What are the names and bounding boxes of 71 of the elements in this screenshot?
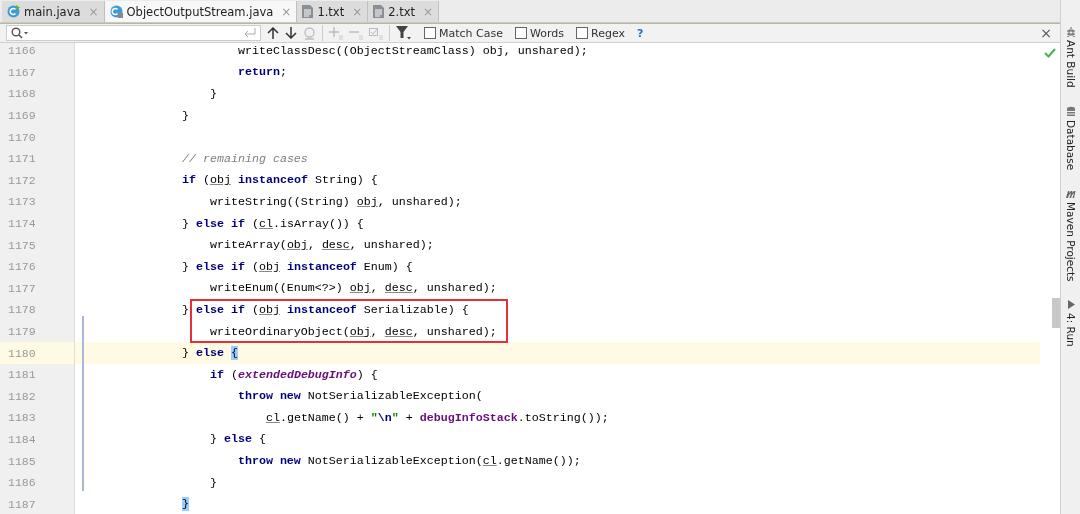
tool-window-button[interactable]: Database	[1064, 105, 1077, 170]
line-number: 1173	[0, 191, 75, 213]
line-number: 1184	[0, 428, 75, 451]
code-line: }	[180, 108, 189, 123]
code-line: } else if (obj instanceof Serializable) {	[180, 302, 469, 317]
play-icon	[1065, 299, 1076, 311]
line-number: 1181	[0, 363, 75, 386]
close-button[interactable]: ×	[1040, 25, 1052, 41]
line-number: 1168	[0, 83, 75, 105]
line-number: 1174	[0, 212, 75, 235]
option-checkbox[interactable]: Match Case	[424, 26, 503, 40]
code-line: writeArray(obj, desc, unshared);	[208, 238, 434, 253]
line-number: 1179	[0, 320, 75, 343]
editor-tab[interactable]: 1.txt ×	[297, 1, 369, 22]
code-line: } else if (obj instanceof Enum) {	[180, 259, 413, 274]
line-number: 1172	[0, 169, 75, 192]
code-line: throw new NotSerializableException(	[236, 389, 483, 404]
code-line: } else {	[208, 432, 266, 447]
add-occurrence-icon[interactable]	[329, 26, 343, 40]
code-line: cl.getName() + "\n" + debugInfoStack.toString());	[264, 410, 609, 425]
code-line: throw new NotSerializableException(cl.getName());	[236, 454, 581, 469]
enter-icon	[244, 28, 256, 38]
select-all-icon[interactable]	[369, 26, 383, 40]
line-number: 1169	[0, 104, 75, 127]
code-line: writeOrdinaryObject(obj, desc, unshared);	[208, 324, 497, 339]
scrollbar-thumb[interactable]	[1052, 298, 1060, 328]
find-all-icon[interactable]	[303, 26, 316, 40]
ant-icon	[1065, 26, 1076, 37]
line-number: 1170	[0, 126, 75, 148]
line-number: 1187	[0, 493, 75, 514]
class-file-icon	[7, 5, 20, 18]
code-line: }	[208, 475, 217, 490]
line-number: 1186	[0, 471, 75, 494]
search-field[interactable]	[6, 25, 261, 41]
code-line: } else {	[180, 346, 238, 361]
check-icon	[1044, 48, 1056, 58]
tool-window-button[interactable]: 4: Run	[1064, 299, 1077, 348]
down-arrow-icon[interactable]	[285, 27, 297, 39]
editor-tab[interactable]: ObjectOutputStream.java ×	[104, 1, 298, 22]
code-line: return;	[236, 65, 287, 80]
code-line: } else if (cl.isArray()) {	[180, 216, 364, 231]
code-line: }	[208, 87, 217, 101]
line-number: 1182	[0, 385, 75, 408]
text-file-icon	[373, 5, 385, 18]
line-number: 1185	[0, 450, 75, 472]
locked-class-file-icon	[109, 5, 123, 18]
code-line: writeEnum((Enum<?>) obj, desc, unshared);	[208, 281, 497, 296]
filter-icon[interactable]	[396, 26, 412, 40]
line-number: 1171	[0, 147, 75, 170]
line-number: 1175	[0, 234, 75, 256]
text-file-icon	[302, 5, 314, 18]
line-number: 1176	[0, 255, 75, 278]
line-number: 1178	[0, 299, 75, 321]
line-number: 1177	[0, 277, 75, 300]
editor-tab[interactable]: 2.txt ×	[368, 1, 440, 22]
option-checkbox[interactable]: Words	[515, 26, 564, 40]
up-arrow-icon[interactable]	[267, 27, 279, 39]
line-number: 1183	[0, 407, 75, 429]
help-link[interactable]: ?	[637, 26, 644, 40]
code-line: if (obj instanceof String) {	[180, 173, 378, 188]
tool-window-button[interactable]: Ant Build	[1064, 26, 1077, 88]
code-line: if (extendedDebugInfo) {	[208, 367, 378, 382]
code-line: writeClassDesc((ObjectStreamClass) obj, unshared);	[236, 43, 588, 58]
line-number: 1167	[0, 61, 75, 84]
tool-window-button[interactable]: Maven Projects	[1064, 187, 1077, 282]
option-checkbox[interactable]: Regex	[576, 26, 625, 40]
search-icon[interactable]	[11, 27, 29, 39]
code-line: // remaining cases	[180, 151, 308, 166]
code-line: writeString((String) obj, unshared);	[208, 194, 462, 209]
editor-tab[interactable]: main.java ×	[2, 1, 105, 22]
database-icon	[1065, 105, 1076, 117]
